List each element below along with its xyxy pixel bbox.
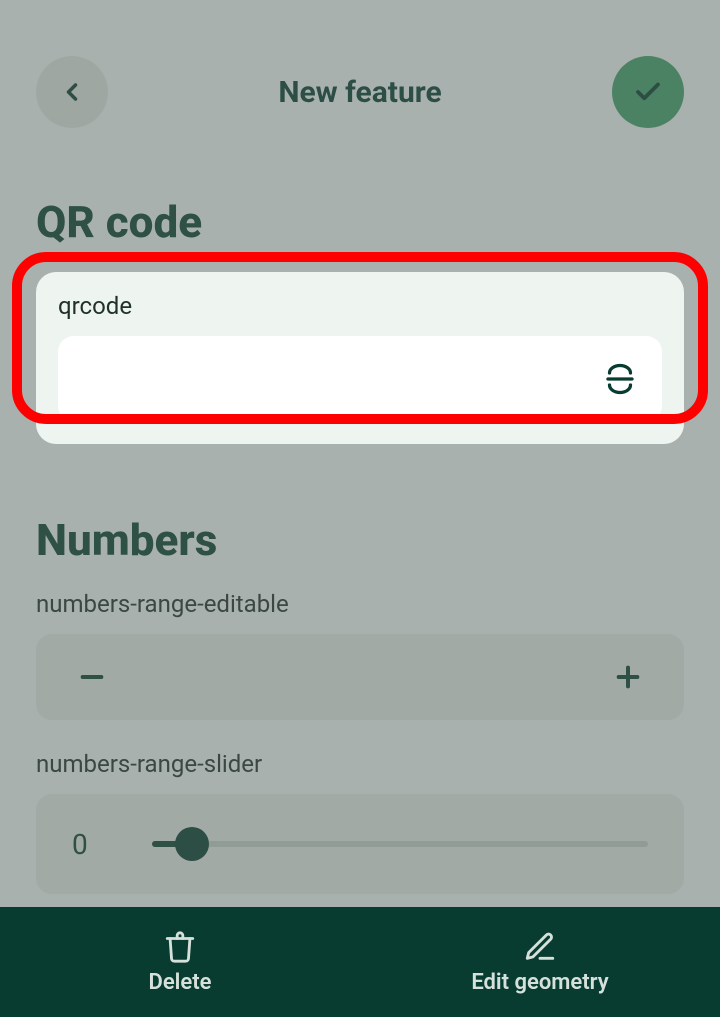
page-title: New feature: [278, 75, 441, 110]
step-minus-button[interactable]: [72, 657, 112, 697]
scan-icon: [602, 361, 638, 397]
delete-button[interactable]: Delete: [0, 907, 360, 1017]
slider-card: 0: [36, 794, 684, 894]
chevron-left-icon: [58, 78, 86, 106]
qr-input[interactable]: [80, 365, 600, 393]
qr-input-wrap: [58, 336, 662, 422]
delete-label: Delete: [149, 970, 212, 995]
pencil-icon: [523, 930, 557, 964]
bottom-toolbar: Delete Edit geometry: [0, 907, 720, 1017]
slider[interactable]: [152, 841, 648, 847]
step-plus-button[interactable]: [608, 657, 648, 697]
slider-thumb[interactable]: [175, 827, 209, 861]
confirm-button[interactable]: [612, 56, 684, 128]
trash-icon: [163, 930, 197, 964]
check-icon: [633, 77, 663, 107]
plus-icon: [612, 661, 644, 693]
range-editable-label: numbers-range-editable: [36, 590, 684, 618]
quantity-stepper: [36, 634, 684, 720]
back-button[interactable]: [36, 56, 108, 128]
section-title-qr: QR code: [36, 196, 684, 248]
qr-field-label: qrcode: [58, 292, 662, 320]
qr-field-card: qrcode: [36, 272, 684, 444]
slider-value: 0: [72, 828, 112, 861]
scan-button[interactable]: [600, 359, 640, 399]
minus-icon: [76, 661, 108, 693]
section-title-numbers: Numbers: [36, 514, 684, 566]
edit-geometry-label: Edit geometry: [471, 970, 608, 995]
range-slider-label: numbers-range-slider: [36, 750, 684, 778]
edit-geometry-button[interactable]: Edit geometry: [360, 907, 720, 1017]
